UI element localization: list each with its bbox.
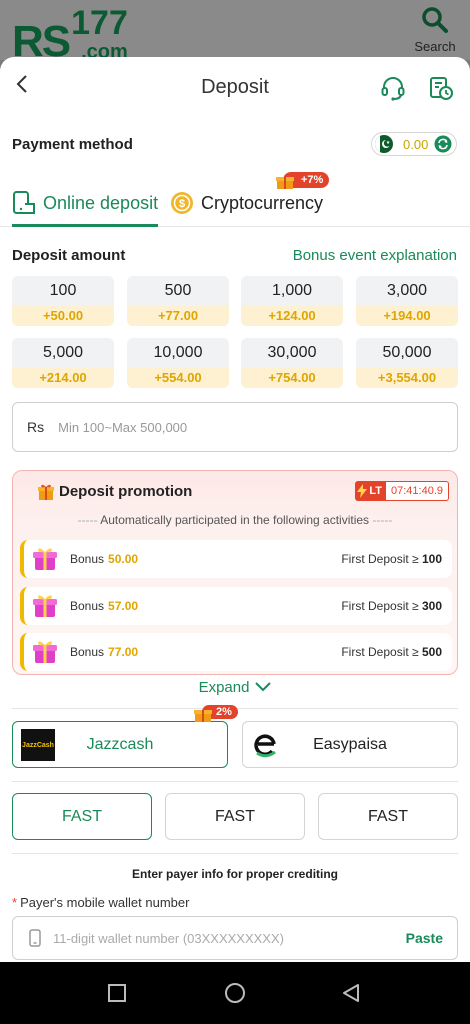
- balance-pill: 0.00: [371, 132, 457, 156]
- amount-option[interactable]: 30,000 +754.00: [241, 338, 343, 388]
- promotion-row: Bonus 50.00 First Deposit ≥ 100: [20, 540, 452, 578]
- speed-option[interactable]: FAST: [12, 793, 152, 840]
- wallet-number-input[interactable]: [53, 930, 383, 946]
- limited-time-badge: LT: [355, 481, 386, 501]
- channel-jazzcash-label: Jazzcash: [86, 735, 154, 753]
- deposit-amount-input[interactable]: [58, 419, 419, 435]
- gift-box-icon: [33, 548, 57, 570]
- promotion-timer: LT 07:41:40.9: [355, 481, 449, 501]
- balance-amount: 0.00: [403, 136, 429, 152]
- gift-icon: [194, 710, 212, 722]
- bonus-event-explanation-link[interactable]: Bonus event explanation: [293, 247, 457, 264]
- promotion-title: Deposit promotion: [59, 483, 193, 500]
- countdown-text: 07:41:40.9: [386, 481, 449, 501]
- required-mark: *: [12, 895, 18, 910]
- headset-icon[interactable]: [380, 75, 406, 101]
- amount-option[interactable]: 100 +50.00: [12, 276, 114, 326]
- payment-method-label: Payment method: [12, 136, 133, 153]
- wallet-number-box: Paste: [12, 916, 458, 960]
- mobile-phone-icon: [29, 929, 41, 947]
- promotion-row: Bonus 57.00 First Deposit ≥ 300: [20, 587, 452, 625]
- wallet-number-label: * Payer's mobile wallet number: [12, 895, 190, 910]
- expand-label: Expand: [198, 678, 250, 696]
- amount-option[interactable]: 50,000 +3,554.00: [356, 338, 458, 388]
- system-nav-bar: [0, 962, 470, 1024]
- svg-text:$: $: [179, 198, 185, 210]
- channel-jazzcash[interactable]: JazzCash Jazzcash: [12, 721, 228, 768]
- amount-option[interactable]: 1,000 +124.00: [241, 276, 343, 326]
- currency-prefix: Rs: [27, 419, 45, 435]
- payer-info-note: Enter payer info for proper crediting: [131, 867, 339, 881]
- amount-input-box: Rs: [12, 402, 458, 452]
- divider: [12, 853, 458, 854]
- back-icon[interactable]: [340, 982, 362, 1004]
- tab-cryptocurrency-label: Cryptocurrency: [201, 192, 324, 213]
- lightning-icon: [357, 484, 368, 498]
- tab-online-deposit[interactable]: Online deposit: [12, 180, 159, 227]
- search-label: Search: [414, 39, 456, 54]
- deposit-type-tabs: Online deposit $ Cryptocurrency +7%: [0, 172, 470, 227]
- recent-apps-icon[interactable]: [106, 982, 128, 1004]
- gift-icon: [38, 484, 54, 500]
- speed-option[interactable]: FAST: [318, 793, 458, 840]
- paste-button[interactable]: Paste: [406, 930, 443, 946]
- gift-box-icon: [33, 595, 57, 617]
- amount-option[interactable]: 5,000 +214.00: [12, 338, 114, 388]
- phone-deposit-icon: [13, 191, 35, 214]
- crypto-coin-icon: $: [171, 192, 193, 214]
- amount-option[interactable]: 3,000 +194.00: [356, 276, 458, 326]
- chevron-down-icon: [255, 682, 272, 692]
- promotion-subtitle: ----- Automatically participated in the …: [77, 513, 393, 527]
- deposit-amount-label: Deposit amount: [12, 247, 126, 264]
- top-bar: RS 177 .com Search: [0, 0, 470, 64]
- gift-box-icon: [33, 641, 57, 663]
- promotion-row: Bonus 77.00 First Deposit ≥ 500: [20, 633, 452, 671]
- deposit-promotion-card: Deposit promotion LT 07:41:40.9 ----- Au…: [12, 470, 458, 675]
- home-icon[interactable]: [224, 982, 246, 1004]
- search-icon: [422, 7, 448, 33]
- logo-number: 177: [71, 4, 128, 42]
- record-history-icon[interactable]: [428, 75, 454, 101]
- channel-easypaisa-label: Easypaisa: [313, 735, 387, 753]
- divider: [12, 781, 458, 782]
- amount-option[interactable]: 10,000 +554.00: [127, 338, 229, 388]
- pakistan-flag-icon: [375, 135, 393, 153]
- tab-online-deposit-label: Online deposit: [43, 192, 159, 213]
- sheet-header: Deposit: [0, 57, 470, 119]
- refresh-icon[interactable]: [434, 135, 452, 153]
- expand-button[interactable]: Expand: [0, 676, 470, 698]
- amount-option[interactable]: 500 +77.00: [127, 276, 229, 326]
- deposit-sheet: Deposit Payment method 0.00 Online depos…: [0, 57, 470, 962]
- channel-easypaisa[interactable]: Easypaisa: [242, 721, 458, 768]
- top-search-button[interactable]: Search: [412, 6, 458, 54]
- speed-option[interactable]: FAST: [165, 793, 305, 840]
- gift-icon: [276, 177, 294, 189]
- brand-logo: RS 177 .com: [12, 4, 128, 64]
